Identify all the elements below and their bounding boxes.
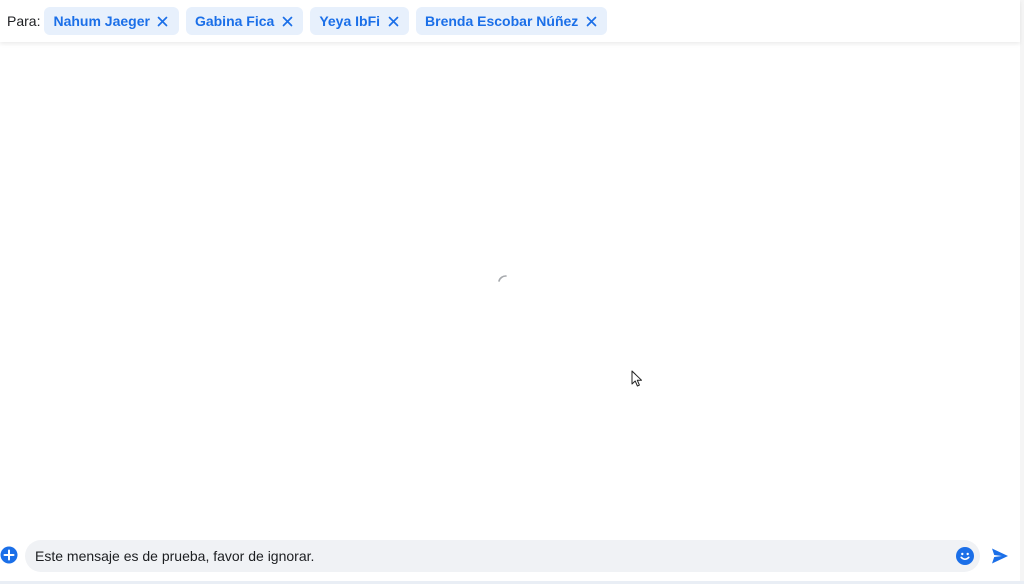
loading-spinner-icon [496, 272, 512, 288]
recipient-chip[interactable]: Gabina Fica [185, 7, 304, 35]
messenger-new-message-window: Para: Nahum Jaeger Gabina Fica Yeya IbFi [0, 0, 1024, 584]
message-input[interactable] [25, 541, 935, 571]
scrollbar-track[interactable] [1020, 0, 1024, 584]
recipient-chip-list: Nahum Jaeger Gabina Fica Yeya IbFi Brend… [44, 7, 614, 35]
mouse-pointer-icon [631, 370, 643, 388]
recipient-chip[interactable]: Yeya IbFi [310, 7, 410, 35]
close-icon[interactable] [585, 15, 597, 27]
close-icon[interactable] [387, 15, 399, 27]
send-icon[interactable] [991, 547, 1009, 565]
recipient-chip[interactable]: Nahum Jaeger [44, 7, 179, 35]
close-icon[interactable] [281, 15, 293, 27]
message-composer [0, 538, 1024, 574]
close-icon[interactable] [157, 15, 169, 27]
recipient-name: Yeya IbFi [319, 13, 381, 29]
message-input-container[interactable] [25, 540, 980, 572]
recipient-name: Gabina Fica [194, 13, 275, 29]
recipients-bar: Para: Nahum Jaeger Gabina Fica Yeya IbFi [0, 0, 1020, 42]
smiley-icon[interactable] [956, 547, 974, 565]
recipient-chip[interactable]: Brenda Escobar Núñez [416, 7, 608, 35]
recipient-name: Brenda Escobar Núñez [425, 13, 579, 29]
to-label: Para: [7, 13, 41, 29]
plus-circle-icon[interactable] [0, 546, 18, 564]
recipient-name: Nahum Jaeger [53, 13, 150, 29]
